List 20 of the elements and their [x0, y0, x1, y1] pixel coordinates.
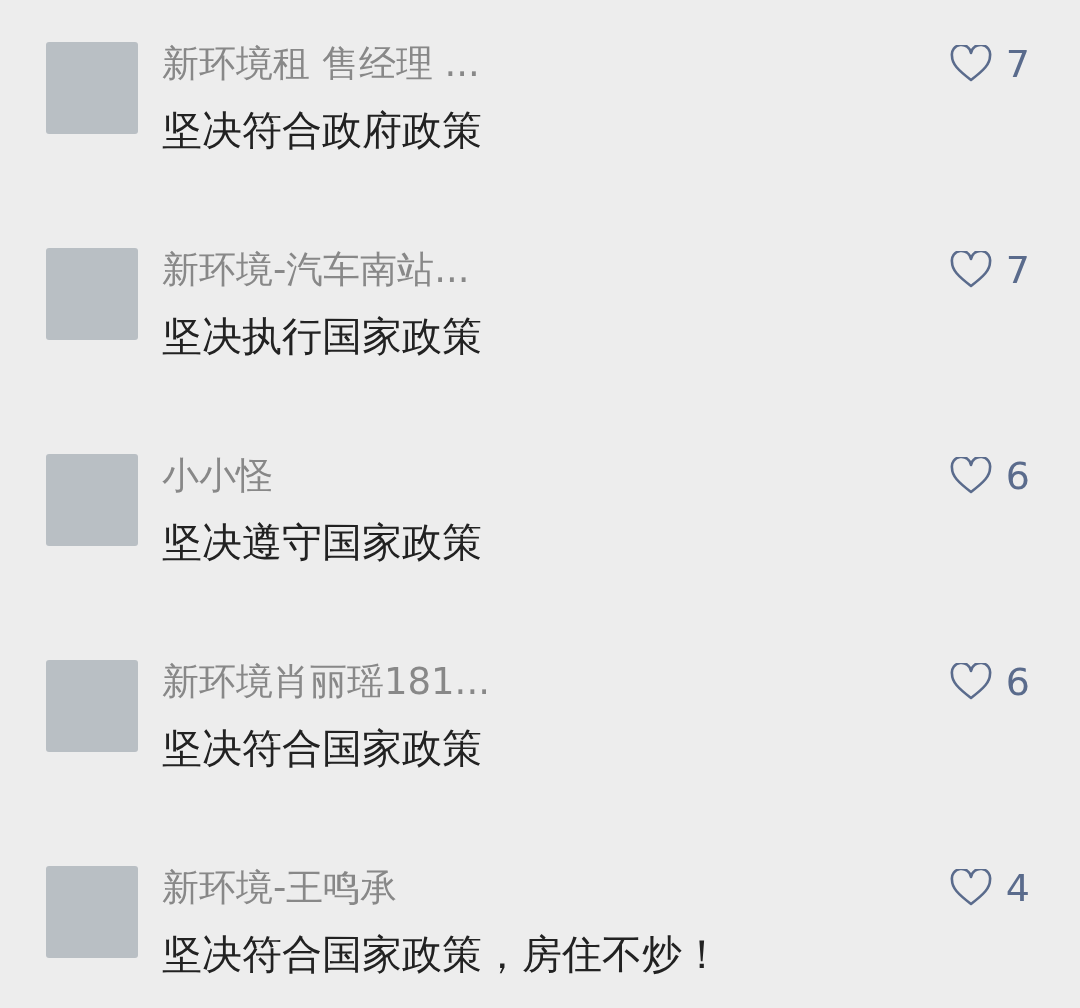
comment-text: 坚决符合国家政策: [162, 724, 483, 773]
like-count: 6: [1005, 660, 1030, 704]
like-count: 6: [1005, 454, 1030, 498]
heart-icon[interactable]: [949, 251, 992, 289]
comment-text: 坚决符合政府政策: [162, 106, 483, 155]
comment-text: 坚决遵守国家政策: [162, 518, 483, 567]
like-count: 7: [1005, 42, 1030, 86]
comment-text: 坚决符合国家政策，房住不炒！: [162, 930, 723, 979]
commenter-name[interactable]: 新环境租 售经理 ...: [162, 42, 926, 86]
comment-text: 坚决执行国家政策: [162, 312, 483, 361]
commenter-name[interactable]: 新环境肖丽瑶181...: [162, 660, 926, 704]
heart-icon[interactable]: [949, 869, 992, 907]
like-count: 7: [1005, 248, 1030, 292]
commenter-name[interactable]: 小小怪: [162, 454, 926, 498]
like-count: 4: [1005, 866, 1030, 910]
commenter-name[interactable]: 新环境-王鸣承: [162, 866, 926, 910]
heart-icon[interactable]: [949, 663, 992, 701]
commenter-name[interactable]: 新环境-汽车南站...: [162, 248, 926, 292]
heart-icon[interactable]: [949, 45, 992, 83]
heart-icon[interactable]: [949, 457, 992, 495]
